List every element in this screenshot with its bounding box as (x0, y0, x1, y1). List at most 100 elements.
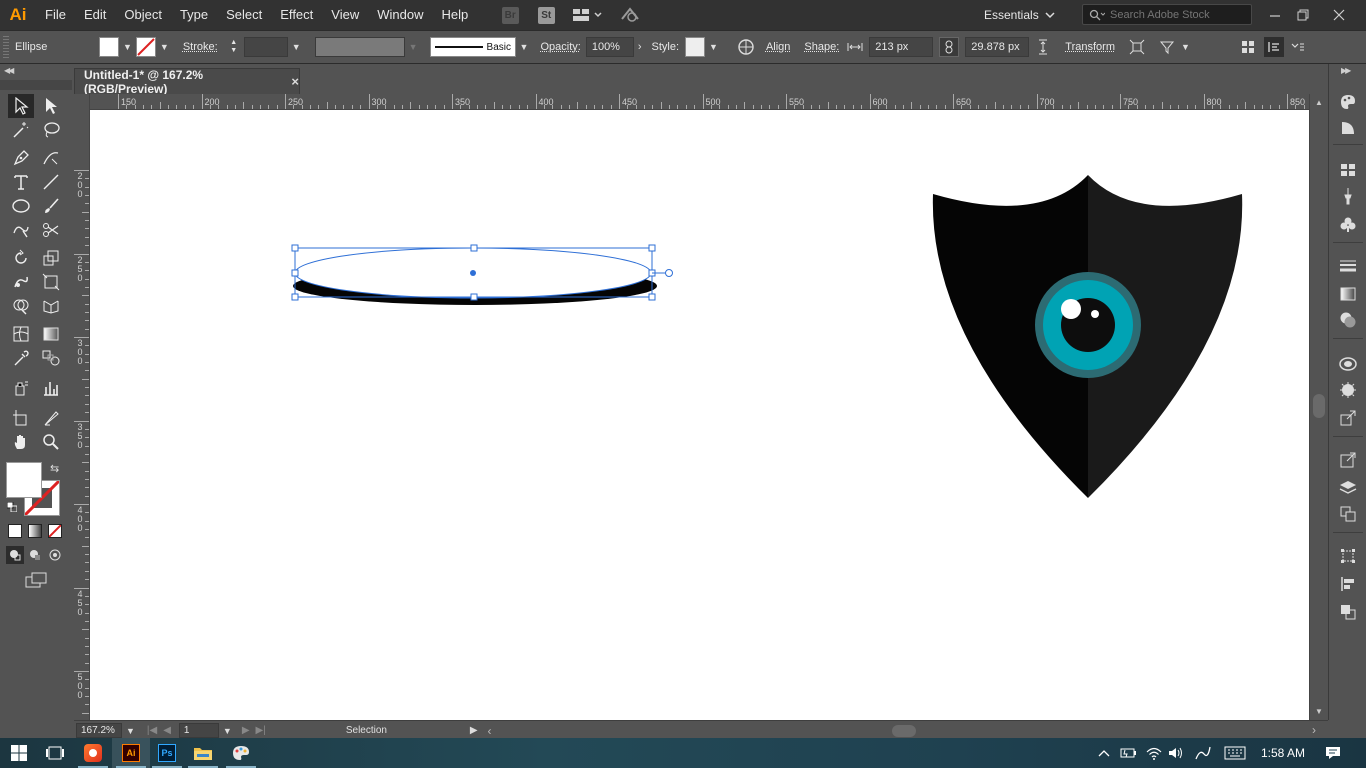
handle-bottom-right[interactable] (648, 293, 656, 301)
align-link[interactable]: Align (766, 41, 790, 53)
touch-keyboard-icon[interactable] (1222, 738, 1248, 768)
volume-icon[interactable] (1166, 738, 1186, 768)
draw-inside-icon[interactable] (46, 546, 64, 564)
perspective-grid-tool-icon[interactable] (38, 294, 64, 318)
stock-icon[interactable]: St (535, 5, 557, 25)
export-panel-icon[interactable] (1338, 450, 1358, 470)
scroll-left-icon[interactable]: ‹ (488, 724, 492, 738)
direct-selection-tool-icon[interactable] (38, 94, 64, 118)
shaper-tool-icon[interactable] (8, 218, 34, 242)
color-mode-icon[interactable] (8, 524, 22, 538)
document-tab[interactable]: Untitled-1* @ 167.2% (RGB/Preview) × (74, 68, 300, 96)
scale-tool-icon[interactable] (38, 246, 64, 270)
symbols-panel-icon[interactable] (1338, 214, 1358, 234)
workspace-switcher[interactable]: Essentials (984, 5, 1055, 25)
style-chevron-icon[interactable]: ▼ (709, 42, 718, 52)
tools-panel-grip[interactable] (0, 80, 72, 90)
shape-height-field[interactable]: 29.878 px (965, 37, 1030, 57)
asset-export-panel-icon[interactable] (1338, 408, 1358, 428)
transform-link[interactable]: Transform (1065, 41, 1115, 53)
search-input[interactable] (1110, 8, 1250, 21)
hand-tool-icon[interactable] (8, 430, 34, 454)
vertical-scroll-thumb[interactable] (1313, 394, 1325, 418)
transform-panel-icon[interactable] (1338, 546, 1358, 566)
brush-definition[interactable]: Basic (429, 37, 516, 57)
status-menu-icon[interactable]: ▶ (470, 725, 478, 736)
live-shape-widget[interactable] (665, 269, 673, 277)
handle-top-right[interactable] (648, 244, 656, 252)
close-document-icon[interactable]: × (291, 74, 299, 89)
gpu-performance-icon[interactable] (619, 5, 641, 25)
previous-artboard-icon[interactable]: ◀ (163, 725, 171, 736)
pen-tool-icon[interactable] (8, 146, 34, 170)
close-window-button[interactable] (1322, 0, 1356, 30)
graphic-styles-panel-icon[interactable] (1338, 380, 1358, 400)
eyedropper-tool-icon[interactable] (8, 346, 34, 370)
scissors-tool-icon[interactable] (38, 218, 64, 242)
layers-panel-icon[interactable] (1338, 478, 1358, 498)
stroke-chevron-icon[interactable]: ▼ (160, 42, 169, 52)
stroke-weight-field[interactable] (243, 37, 288, 57)
expand-panels-icon[interactable]: ▶▶ (1341, 66, 1351, 75)
shield-artwork[interactable] (932, 175, 1243, 498)
scroll-up-icon[interactable]: ▲ (1315, 98, 1323, 107)
line-segment-tool-icon[interactable] (38, 170, 64, 194)
pathfinder-panel-icon[interactable] (1338, 602, 1358, 622)
variable-width-profile[interactable] (314, 37, 405, 57)
taskbar-app-photoshop[interactable]: Ps (148, 738, 186, 768)
constrain-proportions-icon[interactable] (939, 37, 960, 57)
stroke-weight-chevron-icon[interactable]: ▼ (292, 42, 301, 52)
next-artboard-icon[interactable]: ▶ (242, 725, 250, 736)
stroke-weight-stepper[interactable]: ▲ ▼ (228, 37, 240, 57)
handle-middle-left[interactable] (291, 269, 299, 277)
shape-link[interactable]: Shape: (804, 41, 839, 53)
transparency-panel-icon[interactable] (1338, 310, 1358, 330)
stroke-panel-icon[interactable] (1338, 256, 1358, 276)
artboard[interactable] (90, 110, 1309, 720)
blend-tool-icon[interactable] (38, 346, 64, 370)
menu-select[interactable]: Select (217, 0, 271, 30)
rotate-tool-icon[interactable] (8, 246, 34, 270)
none-mode-icon[interactable] (48, 524, 62, 538)
taskbar-clock[interactable]: 1:58 AM (1256, 738, 1310, 768)
handle-top-middle[interactable] (470, 244, 478, 252)
menu-effect[interactable]: Effect (271, 0, 322, 30)
action-center-icon[interactable] (1320, 738, 1346, 768)
zoom-tool-icon[interactable] (38, 430, 64, 454)
gradient-panel-icon[interactable] (1338, 284, 1358, 304)
puppet-warp-icon[interactable] (1157, 37, 1177, 57)
eye-highlight-small[interactable] (1091, 310, 1099, 318)
task-view-button[interactable] (36, 738, 74, 768)
paintbrush-tool-icon[interactable] (38, 194, 64, 218)
shape-width-field[interactable]: 213 px (869, 37, 934, 57)
bridge-icon[interactable]: Br (499, 5, 521, 25)
selection-tool-icon[interactable] (8, 94, 34, 118)
arrange-panels-icon[interactable] (1238, 37, 1258, 57)
collapse-panels-icon[interactable]: ◀◀ (4, 66, 14, 75)
align-panel-icon[interactable] (1338, 574, 1358, 594)
first-artboard-icon[interactable]: |◀ (147, 725, 157, 736)
fill-chevron-icon[interactable]: ▼ (123, 42, 132, 52)
menu-edit[interactable]: Edit (75, 0, 115, 30)
artboard-chevron-icon[interactable]: ▼ (223, 726, 232, 736)
taskbar-app-illustrator[interactable]: Ai (112, 738, 150, 768)
restore-button[interactable] (1286, 0, 1320, 30)
show-hidden-icons-icon[interactable] (1096, 738, 1112, 768)
brush-chevron-icon[interactable]: ▼ (520, 42, 529, 52)
scroll-down-icon[interactable]: ▼ (1315, 707, 1323, 716)
menu-view[interactable]: View (322, 0, 368, 30)
column-graph-tool-icon[interactable] (38, 376, 64, 400)
swap-fill-stroke-icon[interactable]: ⇆ (50, 462, 59, 475)
fill-color-box[interactable] (6, 462, 42, 498)
scroll-right-icon[interactable]: › (1312, 723, 1316, 737)
panel-grip[interactable] (3, 36, 9, 58)
appearance-panel-icon[interactable] (1338, 354, 1358, 374)
gradient-tool-icon[interactable] (38, 322, 64, 346)
stroke-label[interactable]: Stroke: (183, 41, 218, 53)
lasso-tool-icon[interactable] (38, 118, 64, 142)
handle-bottom-middle[interactable] (470, 293, 478, 301)
arrange-documents-icon[interactable] (571, 5, 605, 25)
color-guide-icon[interactable] (1338, 118, 1358, 138)
vertical-ruler[interactable]: 200 250 300 350 400 450 500 (74, 94, 90, 720)
change-screen-mode-icon[interactable] (22, 570, 50, 590)
